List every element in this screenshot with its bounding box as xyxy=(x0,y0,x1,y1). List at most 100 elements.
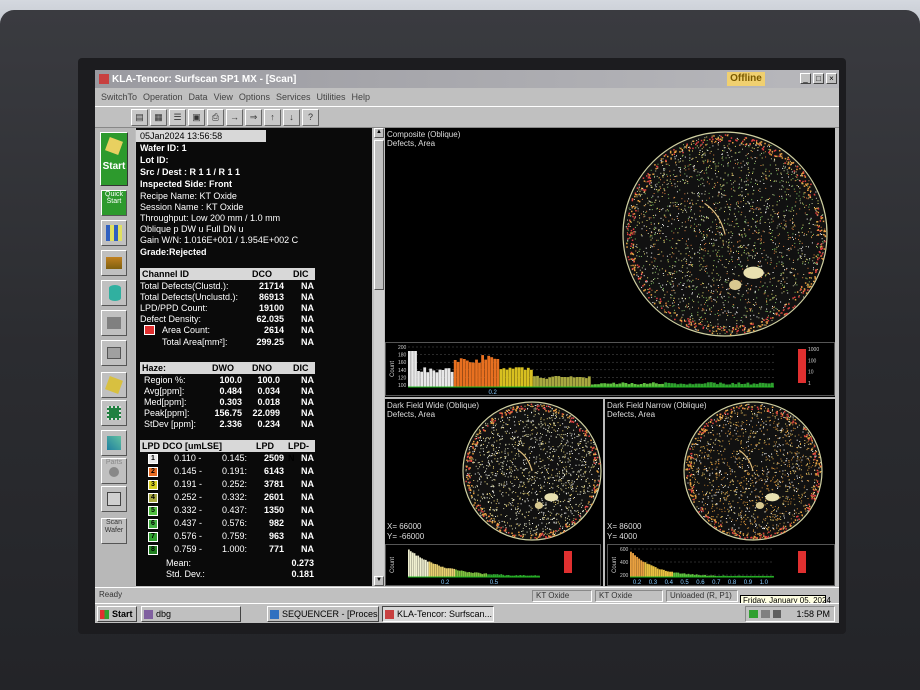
haze-row-dno: 0.018 xyxy=(257,397,280,407)
menu-utilities[interactable]: Utilities xyxy=(316,92,345,102)
maximize-button[interactable]: □ xyxy=(813,73,824,84)
haze-row-dwo: 0.484 xyxy=(219,386,242,396)
start-scan-button[interactable]: Start xyxy=(100,132,128,186)
minimize-button[interactable]: _ xyxy=(800,73,811,84)
menu-data[interactable]: Data xyxy=(189,92,208,102)
up-icon[interactable]: ↑ xyxy=(264,108,281,126)
task-kla-tencor[interactable]: KLA-Tencor: Surfscan... xyxy=(382,606,494,622)
haze-row-dwo: 156.75 xyxy=(214,408,242,418)
haze-row-dno: 0.034 xyxy=(257,386,280,396)
composite-histogram: Count 200 180 160 140 120 100 0.2 1000 100 10 1 xyxy=(385,342,835,396)
grid-icon[interactable] xyxy=(101,220,127,246)
narrow-wafer-map[interactable] xyxy=(682,400,824,542)
quick-start-label: Quick Start xyxy=(105,191,123,205)
svg-text:0.2: 0.2 xyxy=(489,390,498,395)
scan-wafer-button[interactable]: Scan Wafer xyxy=(101,518,127,544)
toolbar: ▤ ▦ ☰ ▣ ⎙ → ⇒ ↑ ↓ ? xyxy=(95,106,839,128)
quick-start-button[interactable]: Quick Start xyxy=(101,190,127,216)
svg-text:180: 180 xyxy=(398,353,407,359)
status-bar: Ready KT Oxide KT Oxide Unloaded (R, P1) xyxy=(95,587,839,603)
tools-icon[interactable] xyxy=(101,430,127,456)
lpd-bin-swatch: 6 xyxy=(148,519,158,529)
lpd-row-lpdn: NA xyxy=(301,544,314,554)
lpd-row-count: 771 xyxy=(268,544,284,554)
down-icon[interactable]: ↓ xyxy=(283,108,300,126)
svg-text:1000: 1000 xyxy=(808,347,819,353)
wide-wafer-map[interactable] xyxy=(461,400,603,542)
wide-histogram-plot: Count0.2 0.5 xyxy=(390,549,572,586)
composite-wafer-map[interactable] xyxy=(621,130,829,338)
channel-row-dco: 2614 xyxy=(263,325,284,335)
recipe-name: Recipe Name: KT Oxide xyxy=(140,191,237,201)
status-load-state: Unloaded (R, P1) xyxy=(666,590,738,602)
narrow-histogram: Count 600 400 200 0.2 0.3 0.4 0.5 0.6 0.7 0.8 0.9 1.… xyxy=(607,544,835,586)
info-scrollbar[interactable]: ▲ ▼ xyxy=(374,128,384,586)
layers-icon[interactable] xyxy=(101,250,127,276)
haze-header: Haze: DWO DNO DIC xyxy=(140,362,315,374)
lpd-row-to: 0.576: xyxy=(222,518,248,528)
new-icon[interactable]: ▦ xyxy=(150,108,167,126)
scroll-thumb[interactable] xyxy=(374,140,384,290)
stack-icon[interactable] xyxy=(101,340,127,366)
channel-row-dco: 62.035 xyxy=(256,314,284,324)
lpd-row-lpdn: NA xyxy=(301,518,314,528)
svg-text:200: 200 xyxy=(398,345,407,351)
channel-row-dco: 86913 xyxy=(258,292,284,302)
lpd-bin-swatch: 8 xyxy=(148,545,158,555)
recipe-icon[interactable] xyxy=(101,486,127,512)
open-icon[interactable]: ▤ xyxy=(131,108,148,126)
menu-view[interactable]: View xyxy=(214,92,233,102)
wide-subtitle: Defects, Area xyxy=(387,410,436,419)
menu-services[interactable]: Services xyxy=(276,92,311,102)
start-menu-label: Start xyxy=(112,609,133,619)
status-channel-1: KT Oxide xyxy=(532,590,592,602)
status-ready: Ready xyxy=(99,590,123,599)
scroll-up-icon[interactable]: ▲ xyxy=(374,128,384,138)
close-button[interactable]: × xyxy=(826,73,837,84)
task-dbg[interactable]: dbg xyxy=(141,606,241,622)
arrow-double-right-icon[interactable]: ⇒ xyxy=(245,108,262,126)
wafer-load-icon[interactable] xyxy=(101,372,127,398)
menu-operation[interactable]: Operation xyxy=(143,92,183,102)
help-icon[interactable]: ? xyxy=(302,108,319,126)
haze-header-dwo: DWO xyxy=(212,363,234,373)
arrow-right-icon[interactable]: → xyxy=(226,108,243,126)
narrow-y-readout: Y= 4000 xyxy=(607,532,638,541)
list-icon[interactable]: ☰ xyxy=(169,108,186,126)
task-dbg-label: dbg xyxy=(156,609,172,619)
svg-text:140: 140 xyxy=(398,368,407,374)
menu-switchto[interactable]: SwitchTo xyxy=(101,92,137,102)
svg-text:160: 160 xyxy=(398,360,407,366)
start-menu-button[interactable]: Start xyxy=(97,606,137,622)
svg-text:120: 120 xyxy=(398,375,407,381)
throughput: Throughput: Low 200 mm / 1.0 mm xyxy=(140,213,281,223)
lpd-row-count: 2509 xyxy=(263,453,284,463)
channel-row-label: Defect Density: xyxy=(140,314,202,324)
printer-icon[interactable] xyxy=(101,310,127,336)
task-sequencer-icon xyxy=(270,610,279,619)
std-value: 0.181 xyxy=(291,569,314,579)
circuit-icon[interactable] xyxy=(101,400,127,426)
lpd-row-lpdn: NA xyxy=(301,492,314,502)
cylinder-icon[interactable] xyxy=(101,280,127,306)
tray-speaker-icon[interactable] xyxy=(773,610,781,618)
scroll-down-icon[interactable]: ▼ xyxy=(374,576,384,586)
tray-printer-icon[interactable] xyxy=(761,610,770,618)
status-channel-2: KT Oxide xyxy=(595,590,663,602)
lpd-row-to: 0.191: xyxy=(222,466,248,476)
svg-text:10: 10 xyxy=(808,370,814,376)
lpd-row-count: 6143 xyxy=(263,466,284,476)
task-sequencer[interactable]: SEQUENCER - [Processor] xyxy=(267,606,379,622)
menu-help[interactable]: Help xyxy=(351,92,370,102)
lpd-row-from: 0.145 - xyxy=(174,466,203,476)
menu-options[interactable]: Options xyxy=(239,92,270,102)
print-icon[interactable]: ⎙ xyxy=(207,108,224,126)
lpd-row-to: 0.332: xyxy=(222,492,248,502)
tray-network-icon[interactable] xyxy=(749,610,758,618)
lpd-row-count: 982 xyxy=(268,518,284,528)
window-title: KLA-Tencor: Surfscan SP1 MX - [Scan] xyxy=(112,73,297,85)
narrow-x-readout: X= 86000 xyxy=(607,522,642,531)
save-icon[interactable]: ▣ xyxy=(188,108,205,126)
parts-button[interactable]: Parts xyxy=(101,458,127,484)
app-icon xyxy=(99,74,109,84)
